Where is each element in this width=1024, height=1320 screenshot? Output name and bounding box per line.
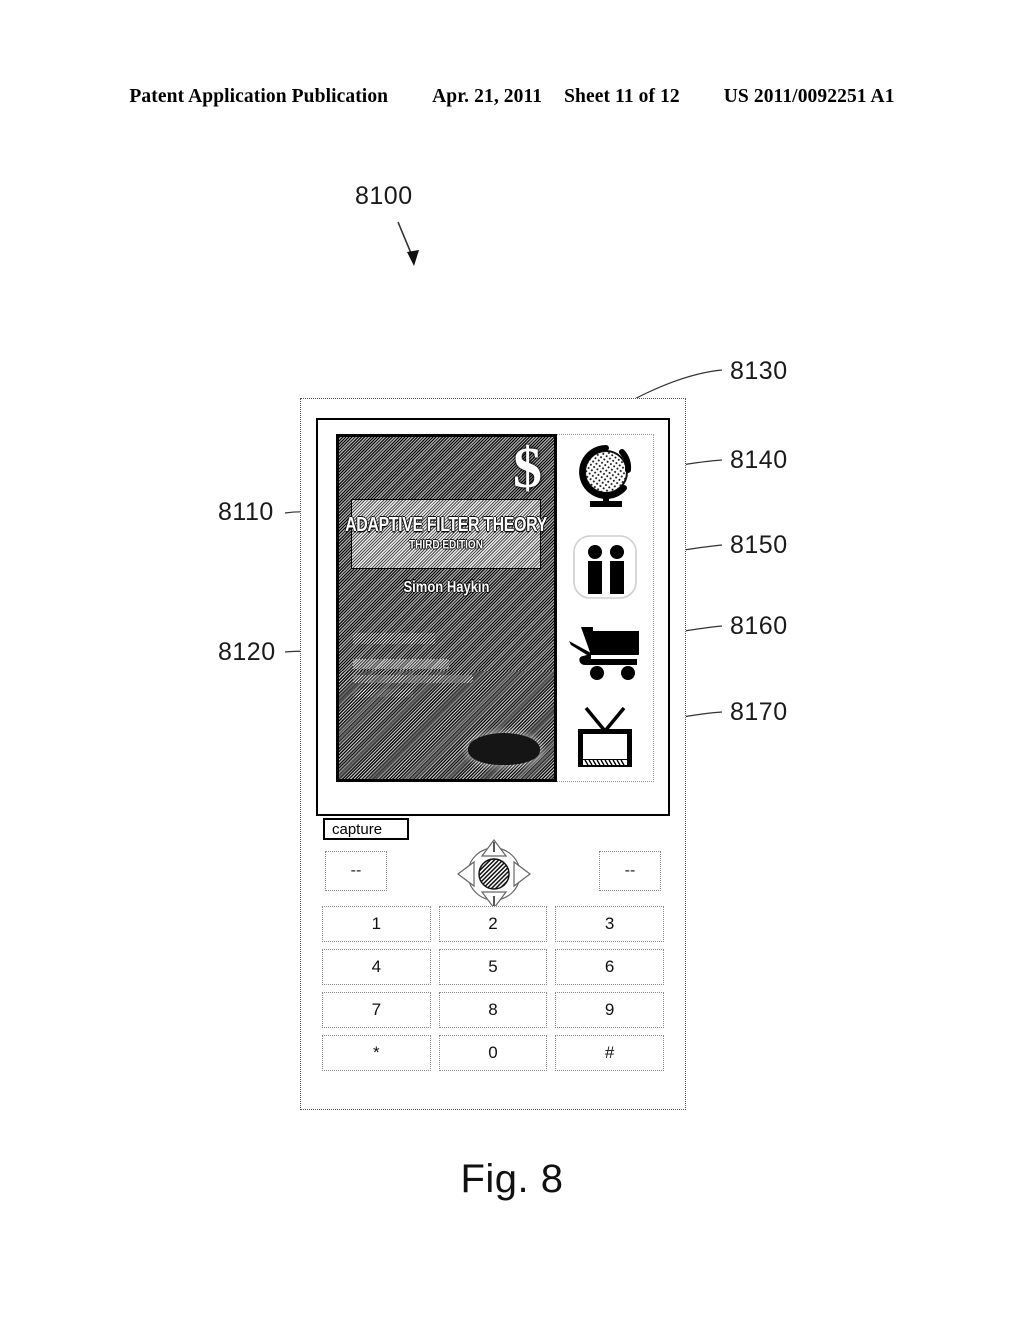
people-icon[interactable] [572, 534, 638, 600]
key-hash[interactable]: # [555, 1035, 664, 1071]
key-3[interactable]: 3 [555, 906, 664, 942]
key-7[interactable]: 7 [322, 992, 431, 1028]
globe-icon-slot[interactable] [559, 439, 651, 522]
dpad-navigation[interactable] [456, 838, 532, 910]
book-cover-photo-object [468, 733, 540, 765]
tv-icon-slot[interactable] [559, 699, 651, 782]
publication-title: Patent Application Publication [129, 86, 389, 107]
dollar-sign-icon: $ [513, 435, 542, 500]
key-5[interactable]: 5 [438, 949, 548, 985]
key-4[interactable]: 4 [322, 949, 431, 985]
dpad-select-button[interactable] [478, 858, 510, 890]
book-cover-text-blur [353, 659, 449, 669]
key-8[interactable]: 8 [438, 992, 548, 1028]
action-icon-panel [557, 435, 653, 781]
softkey-left[interactable]: -- [325, 851, 387, 891]
book-author: Simon Haykin [403, 577, 490, 596]
dpad-right-arrow[interactable] [513, 860, 531, 888]
globe-icon[interactable] [570, 444, 640, 516]
book-title-box: ADAPTIVE FILTER THEORY THIRD EDITION [345, 499, 547, 569]
dpad-left-arrow[interactable] [457, 860, 475, 888]
screen-content-area: $ ADAPTIVE FILTER THEORY THIRD EDITION S… [336, 434, 654, 782]
callout-8120: 8120 [218, 638, 276, 666]
callout-8100: 8100 [355, 182, 413, 210]
softkey-right[interactable]: -- [599, 851, 661, 891]
tv-icon[interactable] [572, 705, 638, 775]
callout-8140: 8140 [730, 446, 788, 474]
callout-8130: 8130 [730, 357, 788, 385]
callout-8150: 8150 [730, 531, 788, 559]
key-0[interactable]: 0 [438, 1035, 548, 1071]
book-title: ADAPTIVE FILTER THEORY [345, 514, 547, 536]
capture-button[interactable]: capture [323, 818, 409, 840]
patent-header: Patent Application Publication Apr. 21, … [0, 86, 1024, 108]
shopping-cart-icon-slot[interactable] [559, 612, 651, 695]
key-2[interactable]: 2 [438, 906, 548, 942]
shopping-cart-icon[interactable] [567, 623, 643, 683]
sheet-number: Sheet 11 of 12 [564, 86, 680, 107]
book-cover-text-blur [353, 633, 435, 644]
callout-8160: 8160 [730, 612, 788, 640]
key-star[interactable]: * [322, 1035, 431, 1071]
key-6[interactable]: 6 [555, 949, 664, 985]
patent-number: US 2011/0092251 A1 [723, 86, 895, 107]
key-1[interactable]: 1 [322, 906, 431, 942]
book-edition: THIRD EDITION [409, 538, 483, 553]
figure-caption: Fig. 8 [460, 1157, 564, 1201]
numeric-keypad: 1 2 3 4 5 6 7 8 9 * 0 # [322, 906, 664, 1071]
publication-date: Apr. 21, 2011 [432, 86, 543, 107]
callout-8170: 8170 [730, 698, 788, 726]
captured-book-cover-image[interactable]: $ ADAPTIVE FILTER THEORY THIRD EDITION S… [336, 434, 557, 782]
callout-8110: 8110 [218, 498, 274, 526]
key-9[interactable]: 9 [555, 992, 664, 1028]
people-icon-slot[interactable] [559, 526, 651, 609]
